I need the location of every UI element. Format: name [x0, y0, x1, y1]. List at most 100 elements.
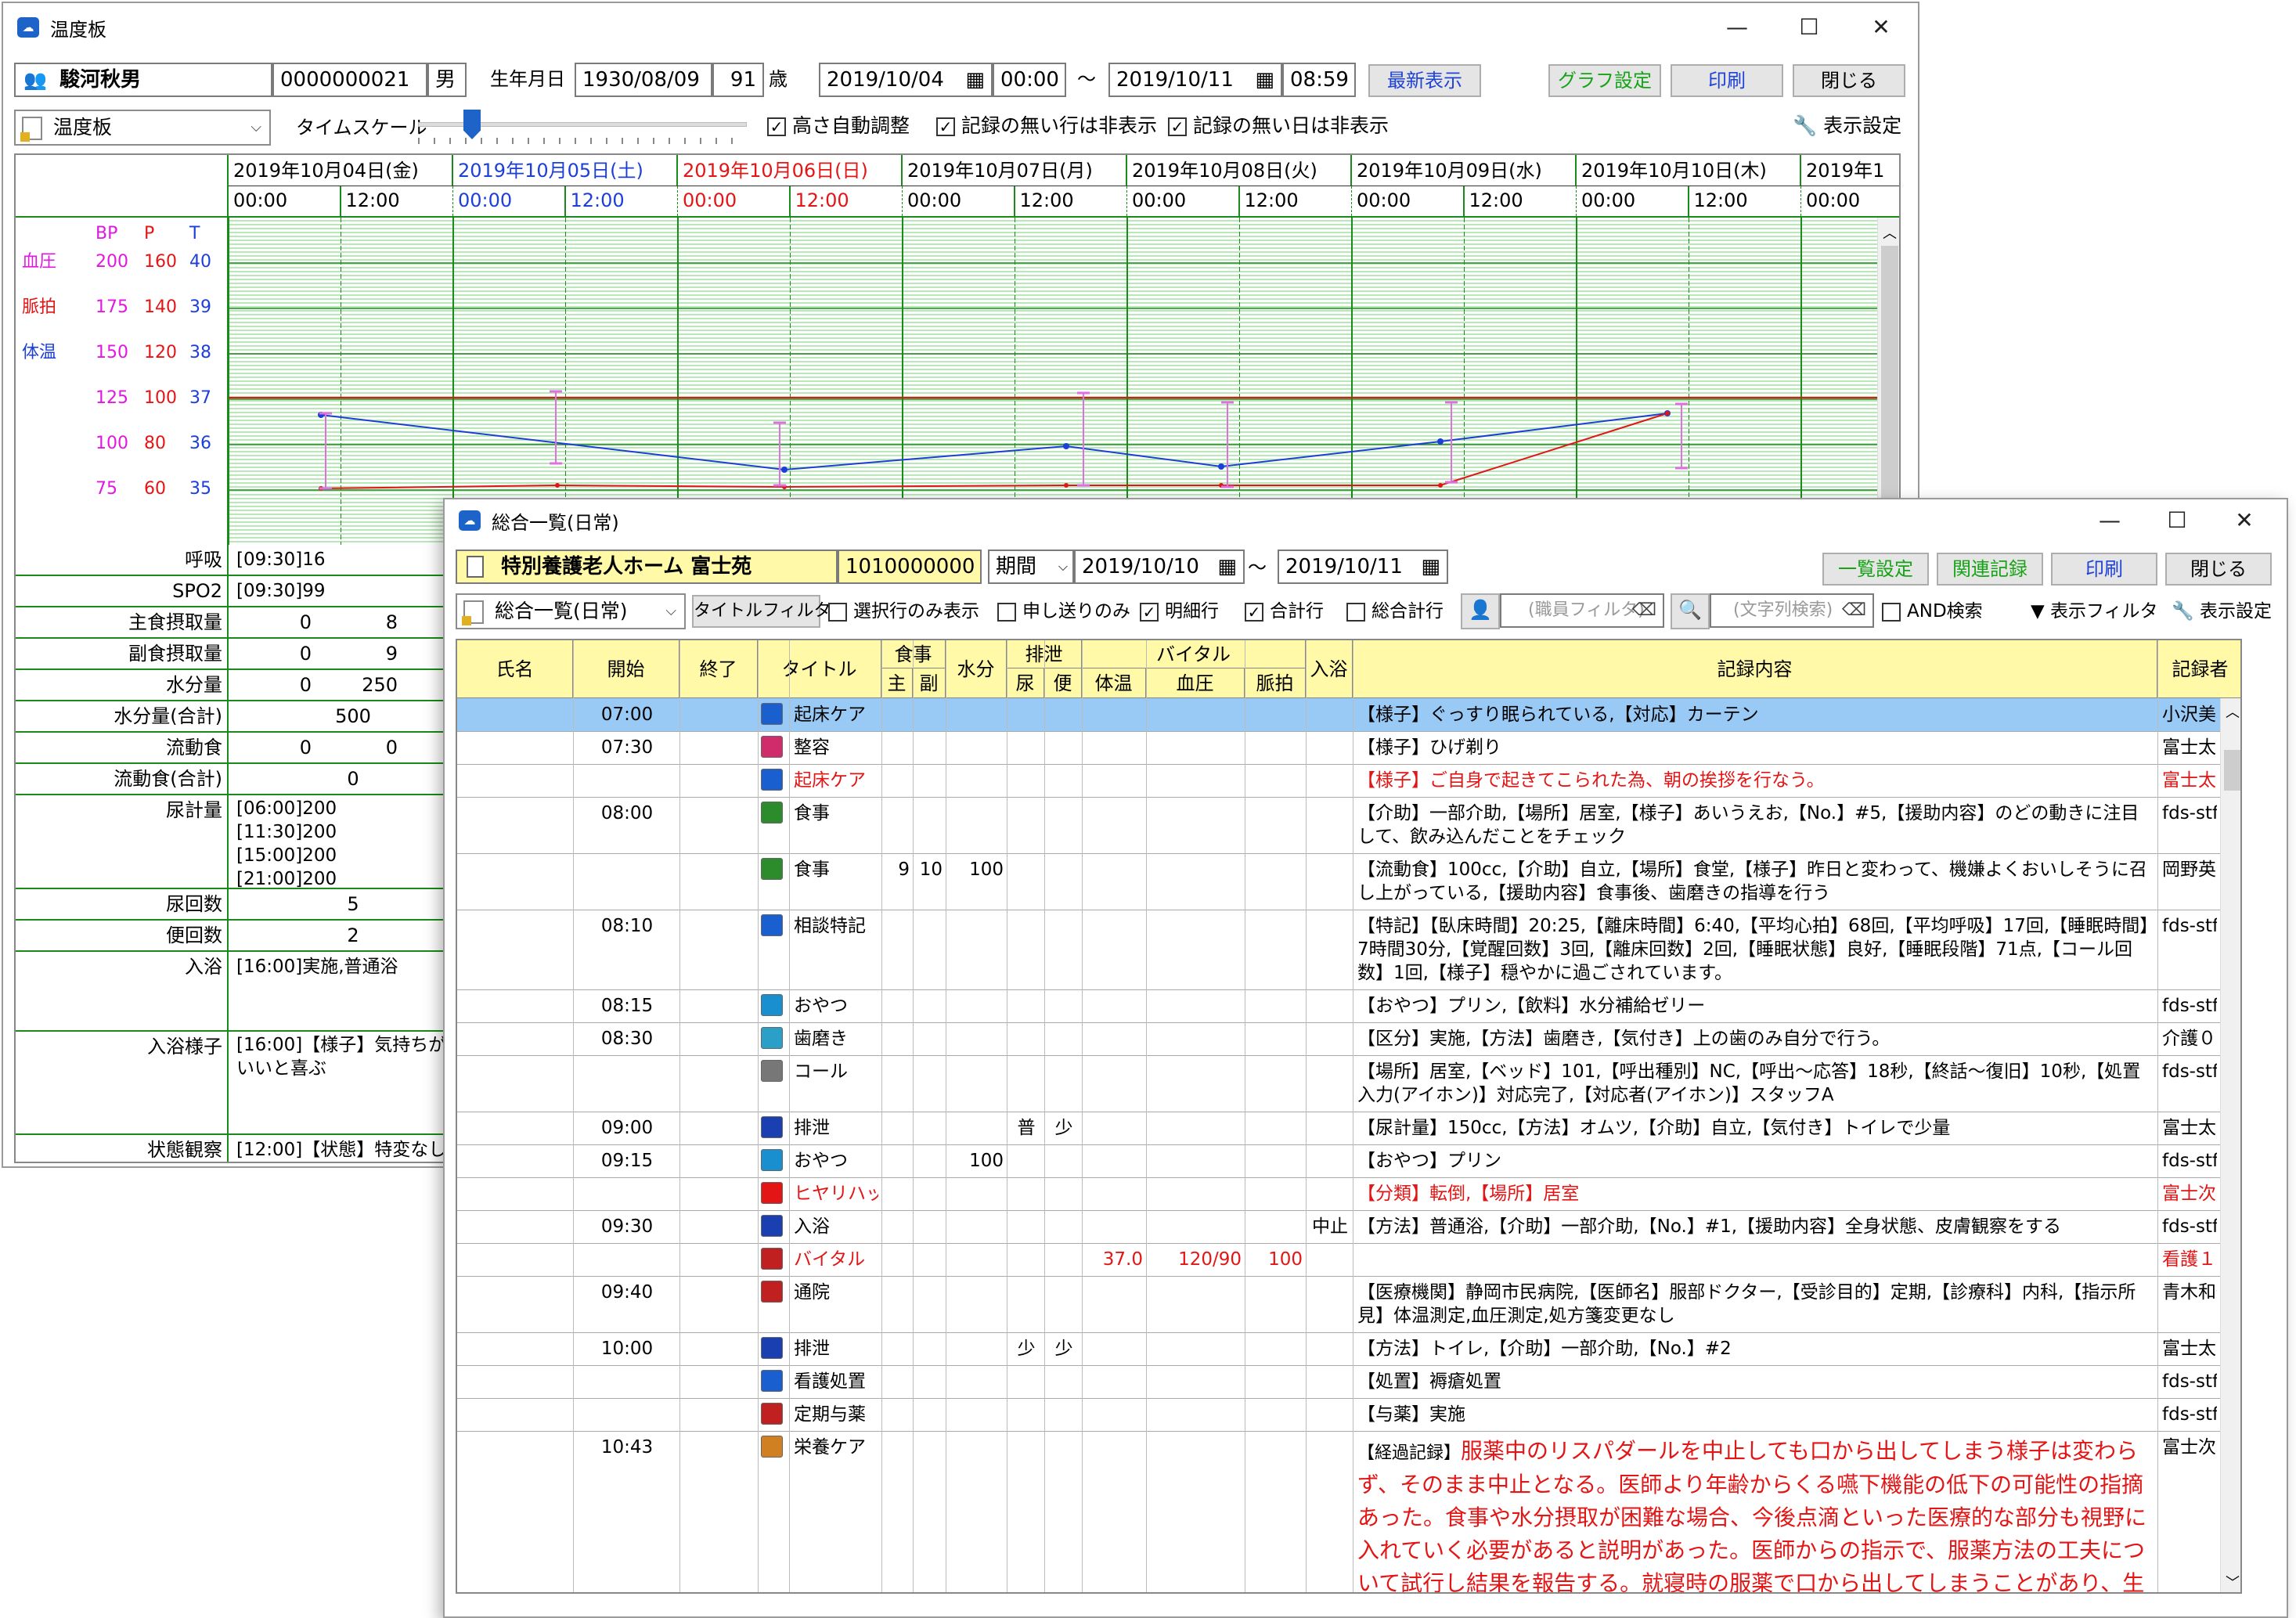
hide-empty-rows-checkbox[interactable]: ✓ 記録の無い行は非表示	[936, 113, 1157, 139]
hosp-icon	[761, 1281, 783, 1303]
table-row[interactable]: バイタル 37.0 120/90 100 看護１１	[457, 1243, 2220, 1276]
calendar-icon[interactable]: ▦	[1255, 64, 1274, 95]
to-date-picker[interactable]: 2019/10/11 ▦	[1278, 550, 1448, 584]
close-icon[interactable]: ✕	[1847, 9, 1915, 47]
table-row[interactable]: 10:00 排泄 少少 【方法】トイレ,【介助】一部介助,【No.】#2 富士太郎	[457, 1332, 2220, 1365]
total-rows-checkbox[interactable]: ✓ 合計行	[1245, 598, 1324, 625]
view-select[interactable]: 総合一覧(日常) ⌵	[456, 593, 686, 629]
hide-empty-days-checkbox[interactable]: ✓ 記録の無い日は非表示	[1168, 113, 1389, 139]
title-filter-button[interactable]: タイトルフィルタ	[692, 595, 831, 628]
table-row[interactable]: 食事 9 10 100 【流動食】100cc,【介助】自立,【場所】食堂,【様子】昨日と…	[457, 853, 2220, 910]
print-button[interactable]: 印刷	[1671, 64, 1783, 97]
record-title: 定期与薬	[794, 1404, 866, 1425]
table-row[interactable]: 看護処置 【処置】褥瘡処置 fds-stf	[457, 1365, 2220, 1398]
selected-only-checkbox[interactable]: 選択行のみ表示	[828, 598, 979, 625]
timescale-label: タイムスケール	[296, 117, 427, 139]
period-select[interactable]: 期間 ⌵	[988, 550, 1074, 584]
funnel-icon: ▼	[2031, 601, 2045, 622]
scroll-up-icon[interactable]: ︿	[1883, 222, 1897, 243]
close-button[interactable]: 閉じる	[1793, 64, 1905, 97]
checkbox-empty-icon	[1346, 602, 1365, 622]
scroll-thumb[interactable]	[2224, 750, 2240, 791]
checkmark-icon: ✓	[1168, 117, 1187, 136]
vital-chart	[229, 218, 1899, 545]
to-time-field[interactable]: 08:59	[1282, 63, 1356, 97]
display-settings-button[interactable]: 🔧 表示設定	[2172, 598, 2272, 625]
minimize-icon[interactable]: —	[1703, 9, 1771, 47]
table-row[interactable]: 07:00 起床ケア 【様子】ぐっすり眠られている,【対応】カーテン 小沢美樹	[457, 698, 2220, 731]
and-search-checkbox[interactable]: AND検索	[1882, 598, 1983, 625]
row-number: 250	[362, 674, 398, 696]
record-content: 【様子】ぐっすり眠られている,【対応】カーテン	[1357, 704, 1759, 725]
row-value: [09:30]16	[236, 550, 326, 570]
scroll-down-icon[interactable]: ﹀	[2226, 1572, 2240, 1592]
table-row[interactable]: 09:40 通院 【医療機関】静岡市民病院,【医師名】服部ドクター,【受診目的】定期…	[457, 1276, 2220, 1332]
table-row[interactable]: 起床ケア 【様子】ご自身で起きてこられた為、朝の挨拶を行なう。 富士太郎	[457, 764, 2220, 797]
table-row[interactable]: 08:10 相談特記 【特記】【臥床時間】20:25,【離床時間】6:40,【平均心…	[457, 910, 2220, 989]
table-row[interactable]: 08:30 歯磨き 【区分】実施,【方法】歯磨き,【気付き】上の歯のみ自分で行う。 介…	[457, 1022, 2220, 1055]
vertical-scrollbar[interactable]: ︿ ﹀	[2220, 698, 2240, 1592]
bath-value: 中止	[1312, 1216, 1348, 1237]
table-row[interactable]: 09:15 おやつ 100 【おやつ】プリン fds-stf	[457, 1144, 2220, 1177]
header-meal-main: 主	[881, 668, 913, 698]
timescale-slider-thumb[interactable]	[463, 110, 481, 139]
text-search-input[interactable]: (文字列検索) ⌫	[1710, 593, 1874, 628]
handover-only-checkbox[interactable]: 申し送りのみ	[997, 598, 1130, 625]
table-row[interactable]: 09:30 入浴 中止 【方法】普通浴,【介助】一部介助,【No.】#1,【援助内容】…	[457, 1210, 2220, 1243]
from-time-field[interactable]: 00:00	[993, 63, 1066, 97]
row-line: [15:00]200	[236, 845, 337, 866]
auto-height-checkbox[interactable]: ✓ 高さ自動調整	[767, 113, 910, 139]
table-row[interactable]: 09:00 排泄 普少 【尿計量】150cc,【方法】オムツ,【介助】自立,【気付き】…	[457, 1112, 2220, 1144]
temp-value: 37.0	[1102, 1249, 1143, 1270]
record-title: おやつ	[794, 1151, 848, 1171]
maximize-icon[interactable]: ☐	[1775, 9, 1843, 47]
minimize-icon[interactable]: —	[2076, 503, 2143, 540]
search-icon[interactable]: 🔍	[1671, 593, 1710, 629]
header-meal-side: 副	[913, 668, 946, 698]
staff-filter-input[interactable]: (職員フィルタ) ⌫	[1500, 593, 1664, 628]
close-icon[interactable]: ✕	[2211, 503, 2278, 540]
row-total: 0	[347, 768, 359, 790]
to-date-picker[interactable]: 2019/10/11 ▦	[1108, 63, 1282, 97]
latest-display-button[interactable]: 最新表示	[1368, 64, 1481, 97]
display-filter-button[interactable]: ▼ 表示フィルタ	[2031, 598, 2158, 625]
grand-total-checkbox[interactable]: 総合計行	[1346, 598, 1444, 625]
close-button[interactable]: 閉じる	[2165, 553, 2272, 586]
day-header: 2019年10月08日(火)	[1127, 155, 1352, 186]
eraser-icon[interactable]: ⌫	[1632, 595, 1656, 626]
table-row[interactable]: 08:15 おやつ 【おやつ】プリン,【飲料】水分補給ゼリー fds-stf	[457, 989, 2220, 1022]
table-row[interactable]: ヒヤリハット 【分類】転倒,【場所】居室 富士次郎	[457, 1177, 2220, 1210]
table-row[interactable]: 10:43 栄養ケア 【経過記録】服薬中のリスパダールを中止しても口から出してしまう…	[457, 1431, 2220, 1592]
table-row[interactable]: 07:30 整容 【様子】ひげ剃り 富士太郎	[457, 731, 2220, 764]
start-time: 08:00	[600, 803, 654, 823]
eraser-icon[interactable]: ⌫	[1842, 595, 1866, 626]
time-header-0: 00:00	[1127, 186, 1240, 216]
calendar-icon[interactable]: ▦	[1421, 551, 1440, 582]
vital-scale: BP P T 血圧 脈拍 体温 200 160 40 175 140 39 150 120 38…	[16, 218, 229, 545]
maximize-icon[interactable]: ☐	[2143, 503, 2211, 540]
temperature-point	[781, 467, 788, 473]
table-row[interactable]: コール 【場所】居室,【ベッド】101,【呼出種別】NC,【呼出～応答】18秒,【…	[457, 1055, 2220, 1112]
calendar-icon[interactable]: ▦	[965, 64, 985, 95]
detail-rows-checkbox[interactable]: ✓ 明細行	[1140, 598, 1219, 625]
from-date-picker[interactable]: 2019/10/10 ▦	[1074, 550, 1245, 584]
table-row[interactable]: 08:00 食事 【介助】一部介助,【場所】居室,【様子】あいうえお,【No.】#5…	[457, 797, 2220, 853]
display-settings-button[interactable]: 🔧 表示設定	[1793, 113, 1901, 139]
from-date-picker[interactable]: 2019/10/04 ▦	[819, 63, 993, 97]
checkbox-empty-icon	[828, 602, 847, 622]
grid-corner	[16, 155, 229, 218]
graph-settings-button[interactable]: グラフ設定	[1548, 64, 1661, 97]
print-button[interactable]: 印刷	[2051, 553, 2157, 586]
scroll-up-icon[interactable]: ︿	[2226, 701, 2240, 722]
snack-icon	[761, 1149, 783, 1171]
list-settings-button[interactable]: 一覧設定	[1822, 553, 1929, 586]
related-records-button[interactable]: 関連記録	[1937, 553, 2043, 586]
person-icon[interactable]: 👤	[1461, 593, 1500, 629]
table-row[interactable]: 定期与薬 【与薬】実施 fds-stf	[457, 1398, 2220, 1431]
view-select[interactable]: 温度板 ⌵	[14, 110, 271, 146]
row-number: 0	[299, 643, 312, 665]
urine-value: 普	[1017, 1118, 1036, 1138]
column-divider	[1082, 640, 1083, 1592]
time-header-12: 12:00	[1465, 186, 1577, 216]
calendar-icon[interactable]: ▦	[1217, 551, 1237, 582]
